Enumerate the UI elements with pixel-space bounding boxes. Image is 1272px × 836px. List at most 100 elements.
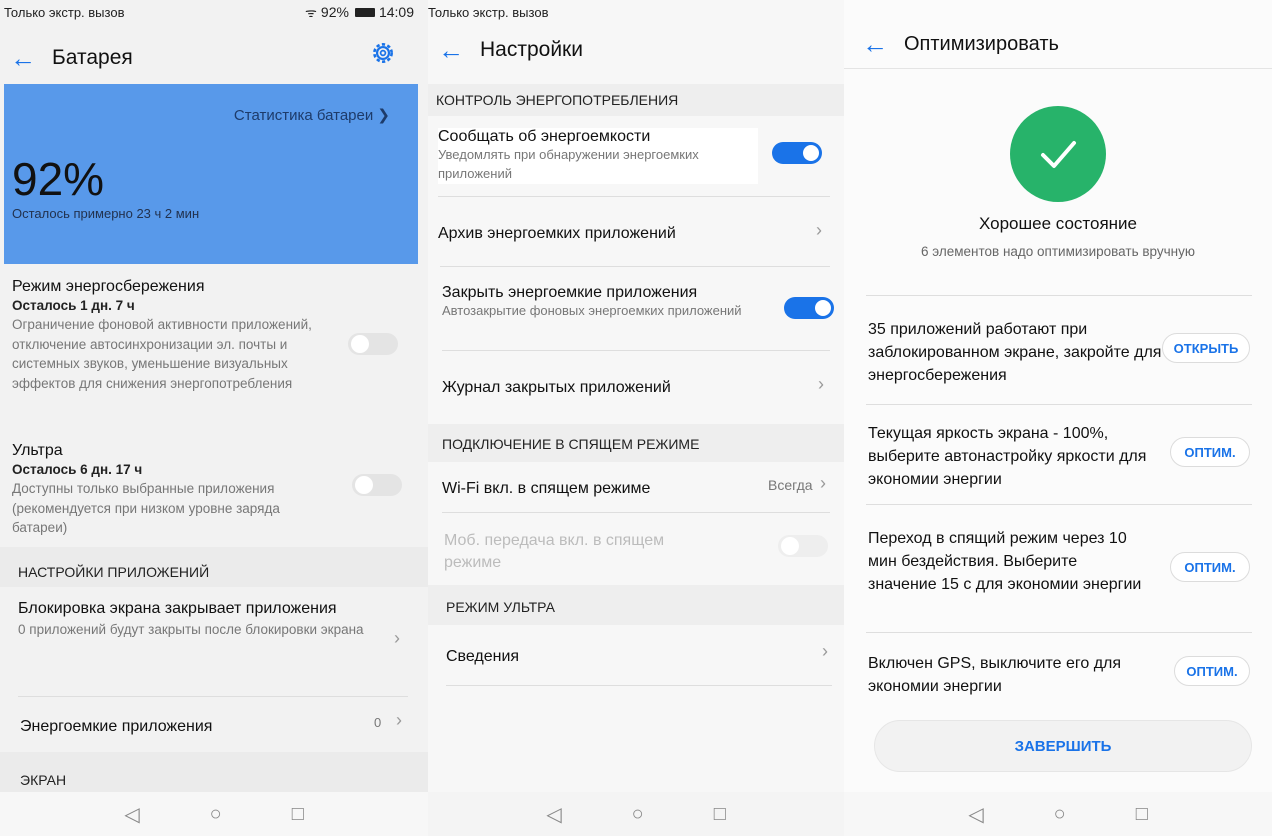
optimize-gps-button[interactable]: ОПТИМ. <box>1174 656 1250 686</box>
back-arrow-icon[interactable]: ← <box>438 37 468 63</box>
finish-button[interactable]: ЗАВЕРШИТЬ <box>874 720 1252 772</box>
divider <box>866 632 1252 633</box>
back-arrow-icon[interactable]: ← <box>862 31 892 57</box>
time-remaining: Осталось примерно 23 ч 2 мин <box>12 206 200 221</box>
close-apps-toggle[interactable] <box>784 297 834 319</box>
carrier-label: Только экстр. вызов <box>428 5 549 20</box>
optimize-screen: ← Оптимизировать Хорошее состояние 6 эле… <box>844 0 1272 836</box>
page-title: Оптимизировать <box>904 32 1059 55</box>
clock: 14:09 <box>378 4 414 20</box>
app-bar: ← Настройки <box>428 26 844 74</box>
wifi-sleep-title: Wi-Fi вкл. в спящем режиме <box>442 480 651 497</box>
section-header-screen: ЭКРАН <box>0 752 428 792</box>
nav-bar: ◁ ○ □ <box>844 792 1272 836</box>
notify-desc: Уведомлять при обнаружении энергоемких п… <box>438 147 699 181</box>
battery-percent: 92% <box>12 153 105 205</box>
lock-close-title: Блокировка экрана закрывает приложения <box>18 600 337 617</box>
notify-row[interactable]: Сообщать об энергоемкости Уведомлять при… <box>438 128 758 184</box>
power-save-toggle[interactable] <box>348 333 398 355</box>
nav-recent-icon[interactable]: □ <box>1136 803 1148 826</box>
section-header-control: КОНТРОЛЬ ЭНЕРГОПОТРЕБЛЕНИЯ <box>428 84 844 116</box>
settings-screen: Только экстр. вызов ← Настройки КОНТРОЛЬ… <box>428 0 844 836</box>
divider <box>18 696 408 697</box>
optimize-item-text: 35 приложений работают при заблокированн… <box>868 321 1162 385</box>
ultra-remain: Осталось 6 дн. 17 ч <box>12 462 143 477</box>
nav-home-icon[interactable]: ○ <box>210 803 222 826</box>
optimize-item-text: Переход в спящий режим через 10 мин безд… <box>868 530 1142 594</box>
nav-home-icon[interactable]: ○ <box>1054 803 1066 826</box>
nav-home-icon[interactable]: ○ <box>632 803 644 826</box>
nav-recent-icon[interactable]: □ <box>292 803 304 826</box>
divider <box>446 685 832 686</box>
ultra-title: Ультра <box>12 442 63 459</box>
ultra-desc: Доступны только выбранные приложения (ре… <box>12 481 280 536</box>
page-title: Батарея <box>52 46 133 69</box>
optimize-brightness-button[interactable]: ОПТИМ. <box>1170 437 1250 467</box>
divider <box>442 512 830 513</box>
checkmark-icon <box>1010 106 1106 202</box>
battery-screen: Только экстр. вызов ᯤ 92% 14:09 ← Батаре… <box>0 0 428 836</box>
power-save-row[interactable]: Режим энергосбережения Осталось 1 дн. 7 … <box>12 278 338 393</box>
state-title: Хорошее состояние <box>978 214 1138 233</box>
notify-toggle[interactable] <box>772 142 822 164</box>
power-apps-count: 0 <box>374 715 382 730</box>
lock-close-desc: 0 приложений будут закрыты после блокиро… <box>18 622 364 637</box>
archive-row[interactable]: Архив энергоемких приложений <box>438 225 676 243</box>
divider <box>442 350 830 351</box>
divider <box>440 266 830 267</box>
ultra-row[interactable]: Ультра Осталось 6 дн. 17 ч Доступны толь… <box>12 442 338 538</box>
page-title: Настройки <box>480 38 583 61</box>
battery-stats-link[interactable]: Статистика батареи ❯ <box>234 106 390 124</box>
battery-hero-panel: Статистика батареи ❯ 92% Осталось пример… <box>4 84 418 264</box>
optimize-item-text: Включен GPS, выключите его для экономии … <box>868 655 1122 696</box>
close-apps-row[interactable]: Закрыть энергоемкие приложения Автозакры… <box>442 284 762 321</box>
chevron-right-icon: › <box>822 641 828 661</box>
power-apps-row[interactable]: Энергоемкие приложения <box>20 718 212 736</box>
power-save-remain: Осталось 1 дн. 7 ч <box>12 298 135 313</box>
optimize-item-text: Текущая яркость экрана - 100%, выберите … <box>868 425 1147 489</box>
wifi-icon: ᯤ <box>305 5 317 20</box>
open-button[interactable]: ОТКРЫТЬ <box>1162 333 1250 363</box>
lock-close-row[interactable]: Блокировка экрана закрывает приложения 0… <box>18 600 378 640</box>
carrier-label: Только экстр. вызов <box>4 5 125 20</box>
battery-icon <box>354 7 375 17</box>
wifi-sleep-value: Всегда <box>768 477 813 493</box>
optimize-sleep-button[interactable]: ОПТИМ. <box>1170 552 1250 582</box>
back-arrow-icon[interactable]: ← <box>10 45 40 71</box>
section-header-ultra: РЕЖИМ УЛЬТРА <box>428 585 844 625</box>
closed-log-row[interactable]: Журнал закрытых приложений <box>442 379 671 397</box>
close-apps-desc: Автозакрытие фоновых энергоемких приложе… <box>442 303 742 318</box>
divider <box>438 196 830 197</box>
nav-back-icon[interactable]: ◁ <box>546 802 561 827</box>
status-bar: Только экстр. вызов <box>428 0 844 24</box>
chevron-right-icon: › <box>818 374 824 394</box>
notify-title: Сообщать об энергоемкости <box>438 128 651 145</box>
state-subtitle: 6 элементов надо оптимизировать вручную <box>921 244 1195 259</box>
chevron-right-icon: › <box>816 220 822 240</box>
divider <box>866 295 1252 296</box>
mobile-sleep-title: Моб. передача вкл. в спящем режиме <box>444 532 665 572</box>
battery-percent-label: 92% <box>320 4 349 20</box>
app-bar: ← Оптимизировать <box>844 20 1272 68</box>
nav-bar: ◁ ○ □ <box>428 792 844 836</box>
settings-gear-icon[interactable] <box>370 40 396 66</box>
wifi-sleep-row[interactable]: Wi-Fi вкл. в спящем режиме <box>442 480 650 498</box>
section-header-sleep: ПОДКЛЮЧЕНИЕ В СПЯЩЕМ РЕЖИМЕ <box>428 424 844 462</box>
mobile-sleep-row: Моб. передача вкл. в спящем режиме <box>444 530 714 575</box>
section-header-apps: НАСТРОЙКИ ПРИЛОЖЕНИЙ <box>0 547 428 587</box>
status-bar: Только экстр. вызов ᯤ 92% 14:09 <box>0 0 428 24</box>
divider <box>866 504 1252 505</box>
nav-back-icon[interactable]: ◁ <box>124 802 139 827</box>
info-row[interactable]: Сведения <box>446 648 519 666</box>
mobile-sleep-toggle <box>778 535 828 557</box>
nav-recent-icon[interactable]: □ <box>714 803 726 826</box>
chevron-right-icon: › <box>820 473 826 493</box>
nav-bar: ◁ ○ □ <box>0 792 428 836</box>
power-save-desc: Ограничение фоновой активности приложени… <box>12 317 312 391</box>
chevron-right-icon: › <box>396 710 402 730</box>
ultra-toggle[interactable] <box>352 474 402 496</box>
power-save-title: Режим энергосбережения <box>12 278 205 295</box>
divider <box>844 68 1272 69</box>
nav-back-icon[interactable]: ◁ <box>968 802 983 827</box>
divider <box>866 404 1252 405</box>
